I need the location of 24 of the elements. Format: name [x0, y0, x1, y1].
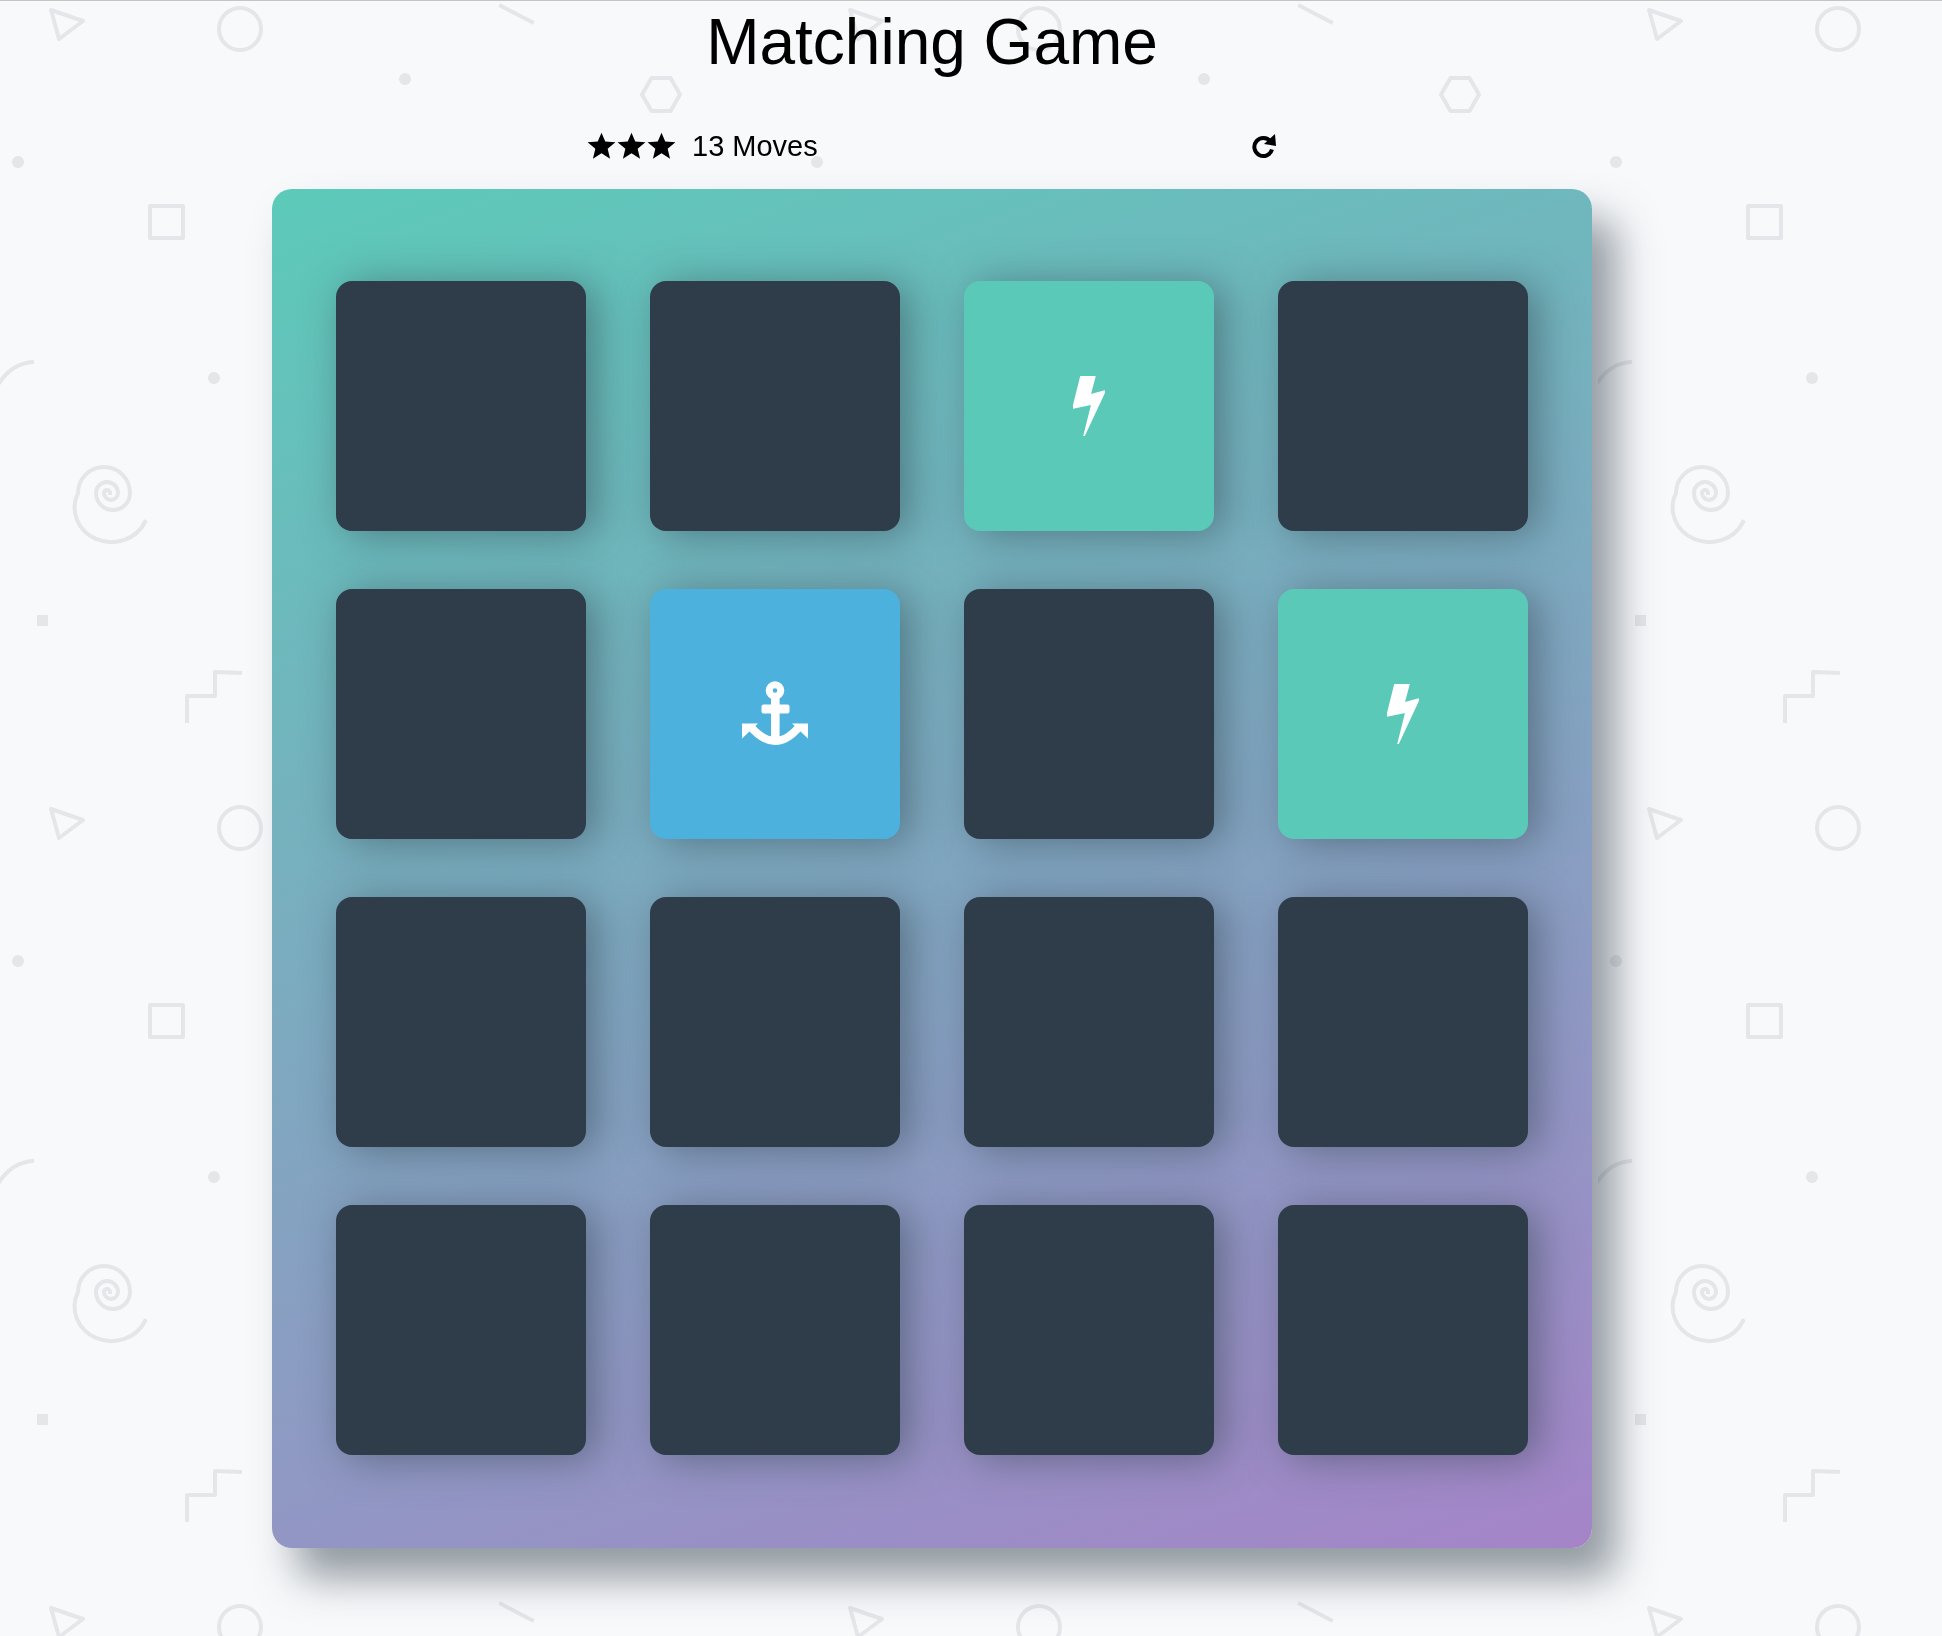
memory-card[interactable] — [964, 589, 1214, 839]
memory-card[interactable] — [1278, 589, 1528, 839]
memory-card[interactable] — [336, 589, 586, 839]
memory-card[interactable] — [336, 897, 586, 1147]
lightning-bolt-icon — [1387, 684, 1419, 744]
memory-card[interactable] — [650, 897, 900, 1147]
moves-counter: 13 Moves — [692, 131, 818, 161]
star-icon — [647, 132, 676, 160]
memory-card[interactable] — [650, 1205, 900, 1455]
star-icon — [617, 132, 646, 160]
anchor-icon — [742, 681, 808, 747]
memory-card[interactable] — [336, 281, 586, 531]
restart-icon[interactable] — [1249, 132, 1277, 160]
memory-card[interactable] — [1278, 281, 1528, 531]
memory-card[interactable] — [1278, 897, 1528, 1147]
memory-card[interactable] — [650, 281, 900, 531]
memory-card[interactable] — [964, 1205, 1214, 1455]
lightning-bolt-icon — [1073, 376, 1105, 436]
memory-card[interactable] — [336, 1205, 586, 1455]
memory-card[interactable] — [964, 897, 1214, 1147]
star-icon — [587, 132, 616, 160]
memory-card[interactable] — [650, 589, 900, 839]
memory-card[interactable] — [964, 281, 1214, 531]
memory-card[interactable] — [1278, 1205, 1528, 1455]
